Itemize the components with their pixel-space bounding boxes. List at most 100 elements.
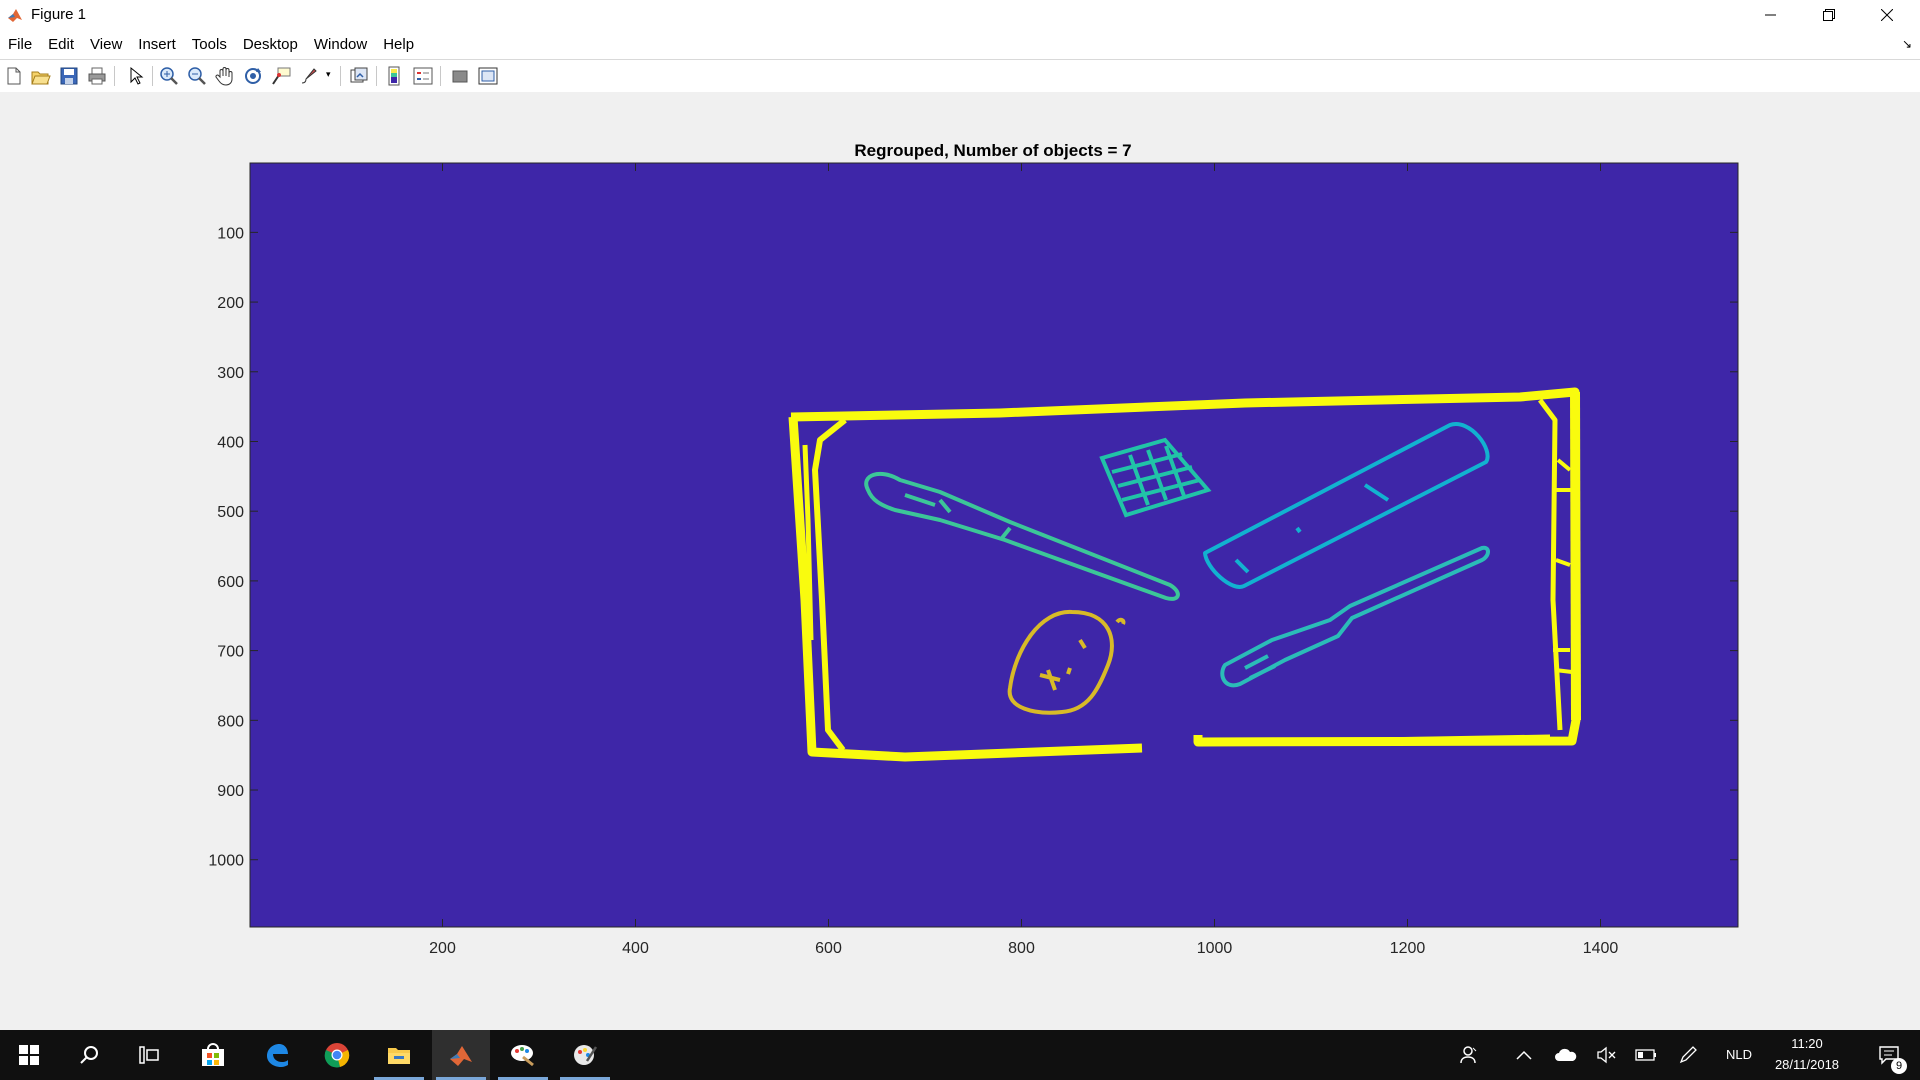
windows-taskbar: NLD 11:20 28/11/2018 9 [0, 1030, 1920, 1080]
brush-dropdown-icon[interactable]: ▾ [326, 69, 331, 80]
y-tick-label: 400 [217, 434, 244, 451]
edge-app[interactable] [248, 1030, 306, 1080]
x-tick-label: 1200 [1390, 940, 1426, 957]
start-icon [19, 1045, 39, 1065]
task-view-icon [139, 1046, 159, 1064]
close-button[interactable] [1858, 0, 1916, 29]
people-button[interactable] [1448, 1030, 1492, 1080]
open-file-icon[interactable] [29, 65, 51, 87]
store-icon [202, 1043, 224, 1066]
y-tick-label: 300 [217, 365, 244, 382]
y-tick-label: 500 [217, 504, 244, 521]
start-button[interactable] [0, 1030, 58, 1080]
menu-desktop[interactable]: Desktop [235, 36, 306, 53]
edge-icon [267, 1044, 288, 1067]
show-hidden-icons-button[interactable] [1504, 1030, 1544, 1080]
action-center-button[interactable]: 9 [1864, 1030, 1914, 1080]
matlab-app[interactable] [432, 1030, 490, 1080]
task-view-button[interactable] [120, 1030, 178, 1080]
file-explorer-app[interactable] [370, 1030, 428, 1080]
clock-time: 11:20 [1791, 1036, 1823, 1051]
chevron-up-icon [1516, 1050, 1532, 1060]
x-tick-label: 600 [815, 940, 842, 957]
store-app[interactable] [184, 1030, 242, 1080]
toolbar-separator [376, 66, 377, 86]
input-language[interactable]: NLD [1726, 1047, 1752, 1062]
menu-window[interactable]: Window [306, 36, 375, 53]
onedrive-button[interactable] [1546, 1030, 1586, 1080]
y-tick-label: 200 [217, 295, 244, 312]
brush-icon[interactable] [298, 65, 320, 87]
menu-tools[interactable]: Tools [184, 36, 235, 53]
image-plot[interactable]: Regrouped, Number of objects = 7 200 400… [0, 92, 1920, 1030]
chart-title: Regrouped, Number of objects = 7 [854, 141, 1131, 160]
pan-icon[interactable] [214, 65, 236, 87]
y-tick-label: 600 [217, 574, 244, 591]
menu-view[interactable]: View [82, 36, 130, 53]
dock-figure-icon[interactable]: ↘ [1902, 37, 1912, 51]
matlab-figure-icon [6, 5, 24, 24]
x-tick-label: 200 [429, 940, 456, 957]
toolbar-separator [440, 66, 441, 86]
volume-muted-icon [1597, 1046, 1616, 1064]
minimize-button[interactable] [1742, 0, 1800, 29]
menu-edit[interactable]: Edit [40, 36, 82, 53]
search-button[interactable] [60, 1030, 118, 1080]
show-plot-tools-icon[interactable] [477, 65, 499, 87]
restore-icon [1823, 8, 1835, 21]
paint3d-app[interactable] [494, 1030, 552, 1080]
y-tick-label: 800 [217, 713, 244, 730]
new-figure-icon[interactable] [3, 65, 25, 87]
minimize-icon [1765, 14, 1776, 15]
toolbar-separator [114, 66, 115, 86]
battery-button[interactable] [1626, 1030, 1666, 1080]
volume-button[interactable] [1586, 1030, 1626, 1080]
pen-icon [1679, 1046, 1697, 1064]
menu-bar: File Edit View Insert Tools Desktop Wind… [0, 29, 1920, 59]
paint3d-icon [511, 1045, 534, 1067]
toolbar-separator [340, 66, 341, 86]
hide-plot-tools-icon[interactable] [449, 65, 471, 87]
battery-icon [1635, 1049, 1656, 1061]
zoom-out-icon[interactable] [186, 65, 208, 87]
save-icon[interactable] [58, 65, 80, 87]
clock[interactable]: 11:20 28/11/2018 [1762, 1030, 1852, 1080]
chrome-app[interactable] [308, 1030, 366, 1080]
paint-icon [574, 1045, 598, 1065]
y-tick-label: 900 [217, 783, 244, 800]
link-plot-icon[interactable] [348, 65, 370, 87]
close-icon [1881, 8, 1893, 21]
paint-app[interactable] [556, 1030, 614, 1080]
rotate-3d-icon[interactable] [242, 65, 264, 87]
window-title: Figure 1 [31, 6, 87, 23]
pen-workspace-button[interactable] [1668, 1030, 1708, 1080]
x-tick-label: 1400 [1583, 940, 1619, 957]
y-tick-label: 100 [217, 225, 244, 242]
x-tick-label: 800 [1008, 940, 1035, 957]
menu-help[interactable]: Help [375, 36, 422, 53]
title-bar: Figure 1 [0, 0, 1920, 29]
y-tick-label: 1000 [208, 853, 244, 870]
pointer-icon[interactable] [124, 65, 146, 87]
toolbar-separator [152, 66, 153, 86]
matlab-icon [450, 1046, 472, 1066]
x-tick-label: 400 [622, 940, 649, 957]
menu-insert[interactable]: Insert [130, 36, 184, 53]
data-cursor-icon[interactable] [270, 65, 292, 87]
zoom-in-icon[interactable] [158, 65, 180, 87]
x-tick-label: 1000 [1197, 940, 1233, 957]
axes-background [249, 162, 1739, 928]
menu-file[interactable]: File [0, 36, 40, 53]
print-icon[interactable] [86, 65, 108, 87]
restore-button[interactable] [1800, 0, 1858, 29]
colorbar-icon[interactable] [384, 65, 406, 87]
search-icon [80, 1046, 98, 1064]
people-icon [1460, 1046, 1477, 1064]
legend-icon[interactable] [412, 65, 434, 87]
figure-toolbar: ▾ [0, 59, 1920, 93]
notification-count-badge: 9 [1891, 1058, 1907, 1074]
clock-date: 28/11/2018 [1774, 1057, 1840, 1072]
file-explorer-icon [388, 1048, 410, 1064]
onedrive-icon [1555, 1048, 1577, 1061]
chrome-icon [324, 1043, 350, 1068]
